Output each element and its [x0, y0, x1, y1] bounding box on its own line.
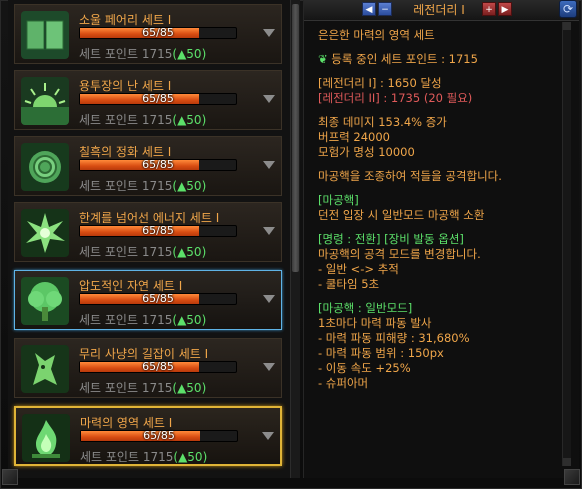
- grade-selector-bar: ◀ − 레전더리 I + ▶ ⟳: [304, 0, 579, 21]
- section-line: - 쿨타임 5초: [318, 277, 380, 291]
- stat-renown: 모험가 명성 10000: [318, 145, 415, 159]
- set-points: 세트 포인트 1715(▲50): [80, 450, 208, 464]
- refresh-icon[interactable]: ⟳: [559, 0, 577, 18]
- set-item-jet-black-purification[interactable]: 칠흑의 정화 세트 I 65/85 세트 포인트 1715(▲50): [14, 136, 282, 196]
- set-points: 세트 포인트 1715(▲50): [79, 245, 207, 259]
- expand-arrow-icon[interactable]: [263, 295, 275, 303]
- grade-tab: 레전더리 I: [413, 3, 465, 17]
- set-detail-text: 은은한 마력의 영역 세트 ❦ 등록 중인 세트 포인트 : 1715 [레전더…: [318, 28, 560, 391]
- section-header: [마공핵]: [318, 193, 359, 207]
- stat-final-damage: 최종 데미지 153.4% 증가: [318, 115, 447, 129]
- scroll-up-icon[interactable]: [563, 22, 571, 30]
- flame-icon: [22, 414, 70, 462]
- set-progress-bar: 65/85: [79, 92, 237, 105]
- expand-arrow-icon[interactable]: [263, 161, 275, 169]
- expand-arrow-icon[interactable]: [263, 95, 275, 103]
- expand-arrow-icon[interactable]: [263, 29, 275, 37]
- legendary-1-status: [레전더리 I] : 1650 달성: [318, 76, 442, 90]
- rose-icon: [21, 143, 69, 191]
- frame-corner: [2, 469, 18, 485]
- minus-icon[interactable]: −: [378, 2, 392, 16]
- section-line: - 이동 속도 +25%: [318, 361, 411, 375]
- starburst-icon: [21, 209, 69, 257]
- detail-title: 은은한 마력의 영역 세트: [318, 28, 435, 42]
- sunrise-icon: [21, 77, 69, 125]
- section-line: - 마력 파동 피해량 : 31,680%: [318, 331, 470, 345]
- set-list-scrollbar[interactable]: [290, 0, 300, 478]
- tree-icon: [21, 277, 69, 325]
- set-progress-bar: 65/85: [79, 224, 237, 237]
- set-description: 마공핵을 조종하여 적들을 공격합니다.: [318, 169, 502, 183]
- next-arrow-icon[interactable]: ▶: [498, 2, 512, 16]
- expand-arrow-icon[interactable]: [262, 432, 274, 440]
- section-line: - 슈퍼아머: [318, 376, 369, 390]
- frame-corner: [564, 469, 580, 485]
- wolf-icon: [21, 345, 69, 393]
- scroll-thumb[interactable]: [292, 4, 299, 272]
- section-line: 마공핵의 공격 모드를 변경합니다.: [318, 247, 481, 261]
- leaf-icon: ❦: [318, 52, 328, 66]
- registered-points: ❦ 등록 중인 세트 포인트 : 1715: [318, 52, 478, 66]
- set-list-panel: 소울 페어리 세트 I 65/85 세트 포인트 1715(▲50) 용투장의 …: [8, 0, 300, 478]
- set-points: 세트 포인트 1715(▲50): [79, 113, 207, 127]
- expand-arrow-icon[interactable]: [263, 227, 275, 235]
- prev-arrow-icon[interactable]: ◀: [362, 2, 376, 16]
- section-header: [마공핵 : 일반모드]: [318, 301, 413, 315]
- set-item-pack-hunt-guide[interactable]: 무리 사냥의 길잡이 세트 I 65/85 세트 포인트 1715(▲50): [14, 338, 282, 398]
- set-points: 세트 포인트 1715(▲50): [79, 47, 207, 61]
- set-item-dragon-arena[interactable]: 용투장의 난 세트 I 65/85 세트 포인트 1715(▲50): [14, 70, 282, 130]
- expand-arrow-icon[interactable]: [263, 363, 275, 371]
- set-item-overwhelming-nature[interactable]: 압도적인 자연 세트 I 65/85 세트 포인트 1715(▲50): [14, 270, 282, 330]
- set-item-soul-fairy[interactable]: 소울 페어리 세트 I 65/85 세트 포인트 1715(▲50): [14, 4, 282, 64]
- set-detail-panel: ◀ − 레전더리 I + ▶ ⟳ 은은한 마력의 영역 세트 ❦ 등록 중인 세…: [303, 0, 579, 478]
- section-header: [명령 : 전환] [장비 발동 옵션]: [318, 232, 464, 246]
- set-item-realm-of-mana[interactable]: 마력의 영역 세트 I 65/85 세트 포인트 1715(▲50): [14, 406, 282, 466]
- set-progress-bar: 65/85: [79, 158, 237, 171]
- set-item-beyond-limit-energy[interactable]: 한계를 넘어선 에너지 세트 I 65/85 세트 포인트 1715(▲50): [14, 202, 282, 262]
- section-line: - 일반 <-> 추적: [318, 262, 399, 276]
- plus-icon[interactable]: +: [482, 2, 496, 16]
- set-progress-bar: 65/85: [79, 26, 237, 39]
- detail-scrollbar[interactable]: [562, 22, 571, 466]
- set-progress-bar: 65/85: [79, 360, 237, 373]
- stat-buff-power: 버프력 24000: [318, 130, 390, 144]
- legendary-2-status: [레전더리 II] : 1735 (20 필요): [318, 91, 473, 105]
- book-icon: [21, 11, 69, 59]
- scroll-down-icon[interactable]: [563, 458, 571, 466]
- section-line: - 마력 파동 범위 : 150px: [318, 346, 444, 360]
- set-points: 세트 포인트 1715(▲50): [79, 179, 207, 193]
- set-points: 세트 포인트 1715(▲50): [79, 381, 207, 395]
- set-progress-bar: 65/85: [80, 429, 238, 442]
- set-progress-bar: 65/85: [79, 292, 237, 305]
- section-line: 1초마다 마력 파동 발사: [318, 316, 432, 330]
- set-points: 세트 포인트 1715(▲50): [79, 313, 207, 327]
- section-line: 던전 입장 시 일반모드 마공핵 소환: [318, 208, 485, 222]
